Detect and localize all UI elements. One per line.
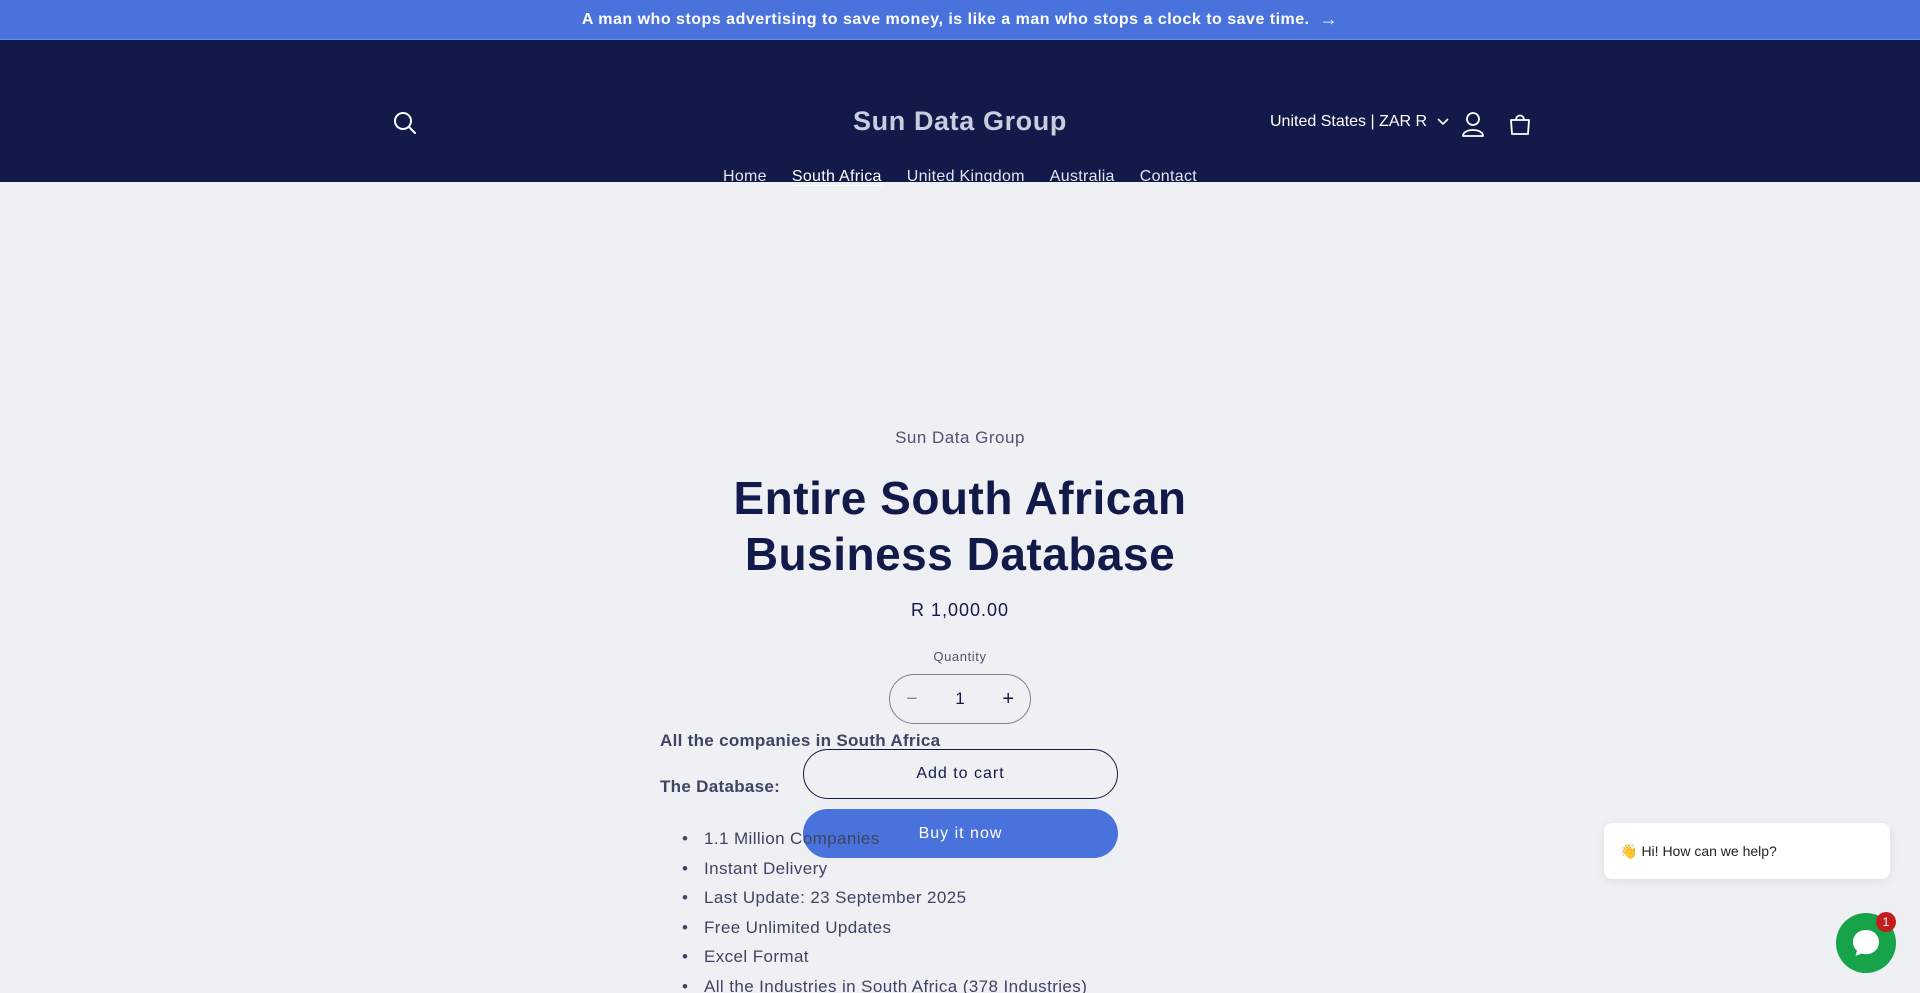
nav-link-contact[interactable]: Contact [1140, 168, 1197, 186]
list-item: Excel Format [682, 942, 1087, 972]
arrow-right-icon[interactable]: → [1320, 9, 1339, 30]
product-title-line-2: Business Database [744, 528, 1176, 580]
list-item: All the Industries in South Africa (378 … [682, 972, 1087, 993]
nav-link-home[interactable]: Home [723, 168, 767, 186]
user-icon[interactable] [1460, 110, 1486, 138]
main-navigation: Home South Africa United Kingdom Austral… [0, 168, 1920, 186]
product-price: R 1,000.00 [910, 600, 1010, 620]
locale-label: United States | ZAR R [1270, 113, 1428, 130]
quantity-stepper: − 1 + [889, 674, 1031, 724]
nav-link-united-kingdom[interactable]: United Kingdom [907, 168, 1025, 186]
chat-greeting-bubble[interactable]: 👋 Hi! How can we help? [1604, 823, 1890, 879]
country-currency-selector[interactable]: United States | ZAR R [1270, 113, 1449, 131]
chat-greeting-text: Hi! How can we help? [1641, 843, 1777, 859]
add-to-cart-button[interactable]: Add to cart [803, 749, 1118, 799]
quantity-input[interactable]: 1 [955, 689, 964, 709]
quantity-increase-button[interactable]: + [1002, 688, 1014, 711]
chevron-down-icon [1437, 118, 1449, 126]
quantity-decrease-button[interactable]: − [906, 688, 918, 711]
wave-emoji-icon: 👋 [1620, 842, 1638, 859]
list-item: Free Unlimited Updates [682, 913, 1087, 943]
nav-link-south-africa[interactable]: South Africa [792, 168, 882, 186]
announcement-bar[interactable]: A man who stops advertising to save mone… [0, 0, 1920, 40]
notification-badge: 1 [1876, 912, 1896, 932]
site-header: Sun Data Group United States | ZAR R Hom… [0, 40, 1920, 185]
announcement-text[interactable]: A man who stops advertising to save mone… [582, 11, 1310, 29]
description-subheading: The Database: [660, 777, 781, 796]
chat-icon [1853, 930, 1879, 956]
feature-list: 1.1 Million Companies Instant Delivery L… [682, 824, 1087, 993]
list-item: Last Update: 23 September 2025 [682, 883, 1087, 913]
product-title-line-1: Entire South African [733, 472, 1187, 524]
description-heading: All the companies in South Africa [660, 731, 941, 750]
quantity-label: Quantity [933, 649, 987, 664]
list-item: 1.1 Million Companies [682, 824, 1087, 854]
cart-icon[interactable] [1506, 110, 1534, 138]
product-vendor: Sun Data Group [895, 428, 1025, 447]
list-item: Instant Delivery [682, 854, 1087, 884]
product-title: Entire South African Business Database [0, 470, 1920, 582]
nav-link-australia[interactable]: Australia [1050, 168, 1115, 186]
site-logo[interactable]: Sun Data Group [0, 106, 1920, 137]
